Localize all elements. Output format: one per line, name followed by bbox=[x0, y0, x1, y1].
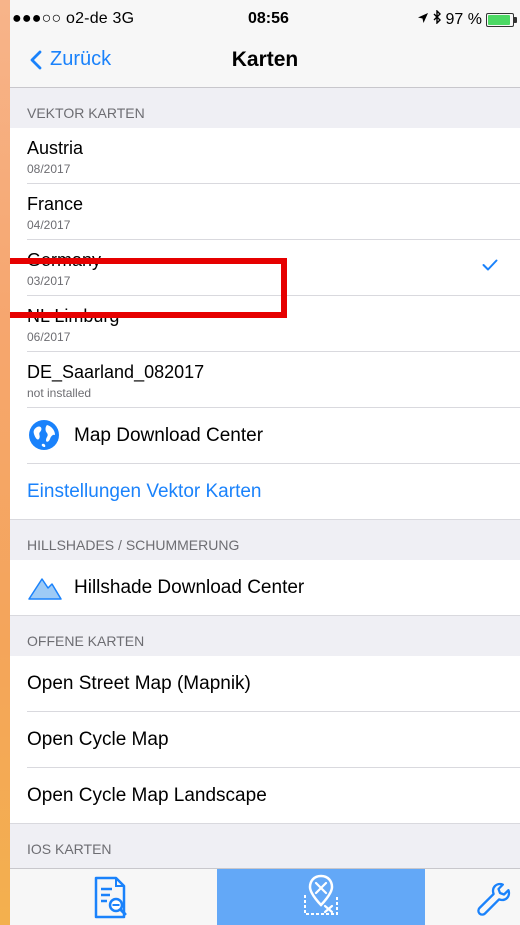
navigation-bar: Zurück Karten bbox=[10, 36, 520, 88]
section-header-open-maps: OFFENE KARTEN bbox=[27, 633, 145, 649]
open-map-label: Open Street Map (Mapnik) bbox=[27, 673, 251, 694]
open-map-item[interactable]: Open Cycle Map bbox=[10, 712, 520, 768]
map-item-germany[interactable]: Germany 03/2017 bbox=[10, 240, 520, 296]
map-name: Austria bbox=[27, 138, 84, 158]
vector-settings-label: Einstellungen Vektor Karten bbox=[27, 481, 262, 502]
status-bar: ●●●○○ o2-de 3G 08:56 97 % bbox=[10, 0, 520, 36]
status-time: 08:56 bbox=[248, 10, 289, 27]
open-map-item[interactable]: Open Cycle Map Landscape bbox=[10, 768, 520, 824]
mountain-icon bbox=[28, 576, 62, 605]
section-header-ios-maps: IOS KARTEN bbox=[27, 841, 112, 857]
battery-icon bbox=[486, 12, 517, 27]
map-download-center-row[interactable]: Map Download Center bbox=[10, 408, 520, 464]
globe-icon bbox=[28, 419, 60, 456]
page-title: Karten bbox=[231, 48, 299, 71]
map-date: 08/2017 bbox=[27, 162, 71, 176]
tab-bar bbox=[10, 868, 520, 925]
vector-settings-link[interactable]: Einstellungen Vektor Karten bbox=[10, 464, 520, 520]
map-date: 03/2017 bbox=[27, 274, 71, 288]
hillshade-download-center-label: Hillshade Download Center bbox=[74, 577, 305, 598]
map-item-nl-limburg[interactable]: NL Limburg 06/2017 bbox=[10, 296, 520, 352]
tab-maps[interactable] bbox=[217, 869, 425, 925]
checkmark-icon bbox=[482, 258, 498, 276]
section-header-hillshades: HILLSHADES / SCHUMMERUNG bbox=[27, 537, 240, 553]
status-right: 97 % bbox=[417, 9, 517, 29]
map-name: NL Limburg bbox=[27, 306, 120, 326]
section-header-vector: VEKTOR KARTEN bbox=[27, 105, 145, 121]
map-item-austria[interactable]: Austria 08/2017 bbox=[10, 128, 520, 184]
carrier-signal: ●●●○○ o2-de 3G bbox=[12, 10, 135, 27]
tab-settings[interactable] bbox=[470, 869, 520, 925]
map-item-france[interactable]: France 04/2017 bbox=[10, 184, 520, 240]
settings-list: VEKTOR KARTEN Austria 08/2017 France 04/… bbox=[10, 88, 520, 864]
map-item-de-saarland[interactable]: DE_Saarland_082017 not installed bbox=[10, 352, 520, 408]
map-date: 06/2017 bbox=[27, 330, 71, 344]
map-name: Germany bbox=[27, 250, 102, 270]
hillshade-download-center-row[interactable]: Hillshade Download Center bbox=[10, 560, 520, 616]
bluetooth-icon bbox=[433, 9, 442, 29]
open-map-label: Open Cycle Map bbox=[27, 729, 169, 750]
phone-screen: ●●●○○ o2-de 3G 08:56 97 % Zurück Karten … bbox=[10, 0, 520, 925]
map-date: 04/2017 bbox=[27, 218, 71, 232]
battery-percent: 97 % bbox=[445, 10, 482, 28]
map-name: France bbox=[27, 194, 84, 214]
map-status: not installed bbox=[27, 386, 92, 400]
map-name: DE_Saarland_082017 bbox=[27, 362, 205, 382]
open-map-item[interactable]: Open Street Map (Mapnik) bbox=[10, 656, 520, 712]
location-arrow-icon bbox=[417, 11, 429, 29]
tab-documents[interactable] bbox=[62, 869, 127, 925]
open-map-label: Open Cycle Map Landscape bbox=[27, 785, 267, 806]
map-download-center-label: Map Download Center bbox=[74, 425, 264, 446]
